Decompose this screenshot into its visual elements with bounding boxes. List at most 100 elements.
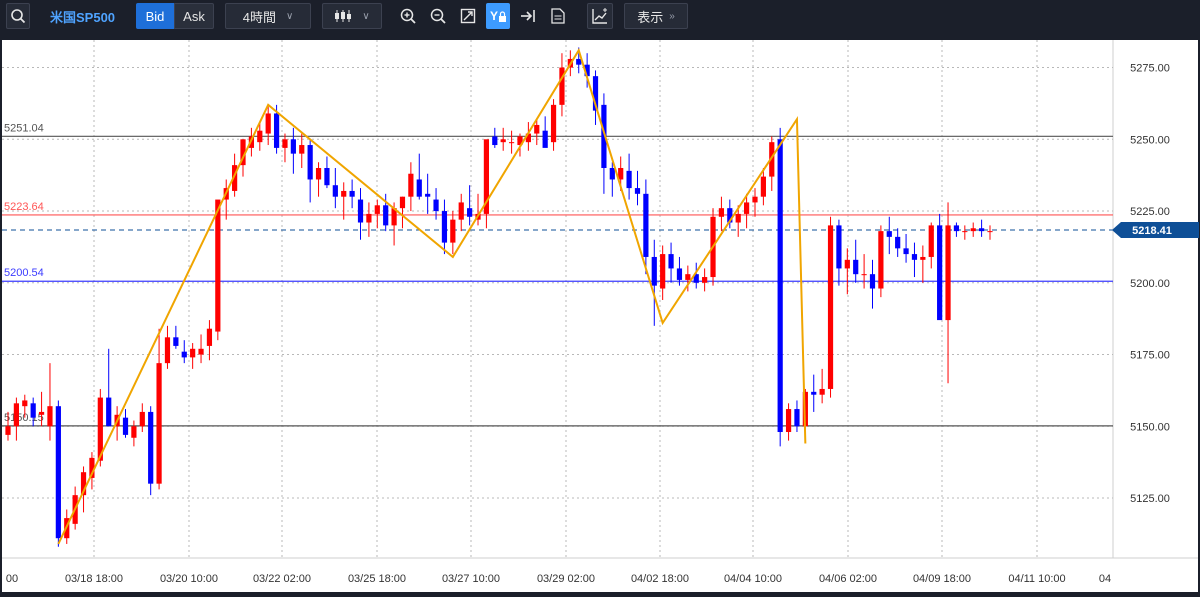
candlestick-chart[interactable]: 5275.00 5250.00 5225.00 5200.00 5175.00 5150.… <box>0 38 1200 592</box>
candle-body <box>987 231 993 233</box>
y-tick-label: 5200.00 <box>1130 278 1170 290</box>
candle-body <box>47 406 53 427</box>
display-label: 表示 <box>637 9 664 25</box>
candle-body <box>878 231 884 289</box>
y-tick-label: 5175.00 <box>1130 350 1170 362</box>
chevron-down-icon: ∨ <box>285 10 294 22</box>
candle <box>55 400 61 547</box>
current-price-tag: 5218.41 <box>1112 221 1199 238</box>
candle-body <box>970 228 976 232</box>
candle-body <box>282 139 288 148</box>
candle-body <box>357 199 364 223</box>
toolbar: 米国SP500 Bid Ask 4時間 ∨ ∨ Y 表示 » <box>0 0 1200 32</box>
y-lock-icon: Y <box>490 9 506 23</box>
candle-body <box>550 104 557 143</box>
candle-body <box>324 167 330 186</box>
timeframe-select[interactable]: 4時間 ∨ <box>225 3 311 29</box>
document-button[interactable] <box>546 3 570 29</box>
candle-body <box>215 199 221 332</box>
candle-body <box>30 403 36 418</box>
candle-body <box>139 411 145 427</box>
candle-body <box>5 426 11 435</box>
svg-text:Y: Y <box>490 9 498 23</box>
candle <box>937 213 943 321</box>
candle-body <box>668 254 674 269</box>
candle-body <box>467 208 473 217</box>
candle-body <box>760 176 766 197</box>
candle-body <box>660 254 666 289</box>
candle-body <box>911 254 918 260</box>
candle-body <box>676 268 683 280</box>
candle-body <box>13 403 19 427</box>
candle-body <box>190 348 196 358</box>
symbol-label[interactable]: 米国SP500 <box>50 6 115 26</box>
candle-body <box>500 139 506 143</box>
candle-body <box>685 274 691 280</box>
chart-area[interactable]: 5275.00 5250.00 5225.00 5200.00 5175.00 5150.… <box>0 38 1200 592</box>
candle-body <box>173 337 179 346</box>
candle-body <box>836 225 842 269</box>
candle-body <box>273 113 280 148</box>
candle-body <box>827 225 834 389</box>
candle-body <box>198 348 204 355</box>
candle-body <box>979 228 985 232</box>
level-label: 5200.54 <box>4 267 44 279</box>
candle-body <box>408 173 414 197</box>
add-indicator-button[interactable] <box>587 3 613 29</box>
x-tick-label: 04/02 18:00 <box>631 573 689 585</box>
candle-body <box>374 205 380 214</box>
candle-body <box>651 256 657 286</box>
candle <box>777 127 783 447</box>
x-tick-label: 04/11 10:00 <box>1008 573 1065 585</box>
display-menu-button[interactable]: 表示 » <box>624 3 688 29</box>
candle-body <box>257 130 263 143</box>
candle-body <box>122 417 129 435</box>
candle-body <box>492 136 498 146</box>
candle-body <box>861 274 867 276</box>
chart-type-select[interactable]: ∨ <box>322 3 382 29</box>
candle-body <box>55 406 61 539</box>
candle-body <box>702 277 708 283</box>
search-icon <box>11 9 26 24</box>
level-label: 5223.64 <box>4 201 44 213</box>
candle-body <box>853 259 859 275</box>
candle-body <box>819 388 825 395</box>
candle-body <box>735 213 741 223</box>
timeframe-value: 4時間 <box>242 9 276 25</box>
y-lock-button[interactable]: Y <box>486 3 510 29</box>
zoom-in-button[interactable] <box>396 3 420 29</box>
level-label: 5251.04 <box>4 122 44 134</box>
candle-body <box>634 188 641 194</box>
candle-body <box>945 225 951 321</box>
y-tick-label: 5225.00 <box>1130 206 1170 218</box>
x-tick-label: 03/18 18:00 <box>65 573 123 585</box>
candle-body <box>752 196 758 203</box>
candle-body <box>441 211 448 243</box>
candle-body <box>106 397 112 427</box>
candle-body <box>937 225 943 321</box>
candle-body <box>332 185 338 197</box>
candle-body <box>903 248 909 255</box>
scroll-end-button[interactable] <box>516 3 540 29</box>
candle-body <box>290 139 296 154</box>
candle-body <box>131 426 137 438</box>
candle <box>827 216 834 398</box>
y-tick-label: 5150.00 <box>1130 421 1170 433</box>
candle-body <box>315 167 322 180</box>
candle-body <box>206 328 213 346</box>
fit-button[interactable] <box>456 3 480 29</box>
x-tick-label: 04/06 02:00 <box>819 573 877 585</box>
candle-body <box>626 170 632 189</box>
ask-button[interactable]: Ask <box>174 3 214 29</box>
candle-body <box>962 231 968 233</box>
y-tick-label: 5125.00 <box>1130 493 1170 505</box>
candle-body <box>307 145 313 180</box>
candle-body <box>508 142 515 144</box>
current-price-label: 5218.41 <box>1132 225 1172 237</box>
bid-button[interactable]: Bid <box>136 3 174 29</box>
candle-body <box>299 145 305 154</box>
search-button[interactable] <box>6 3 30 29</box>
candle-body <box>164 337 171 364</box>
candle-body <box>576 58 582 65</box>
zoom-out-button[interactable] <box>426 3 450 29</box>
